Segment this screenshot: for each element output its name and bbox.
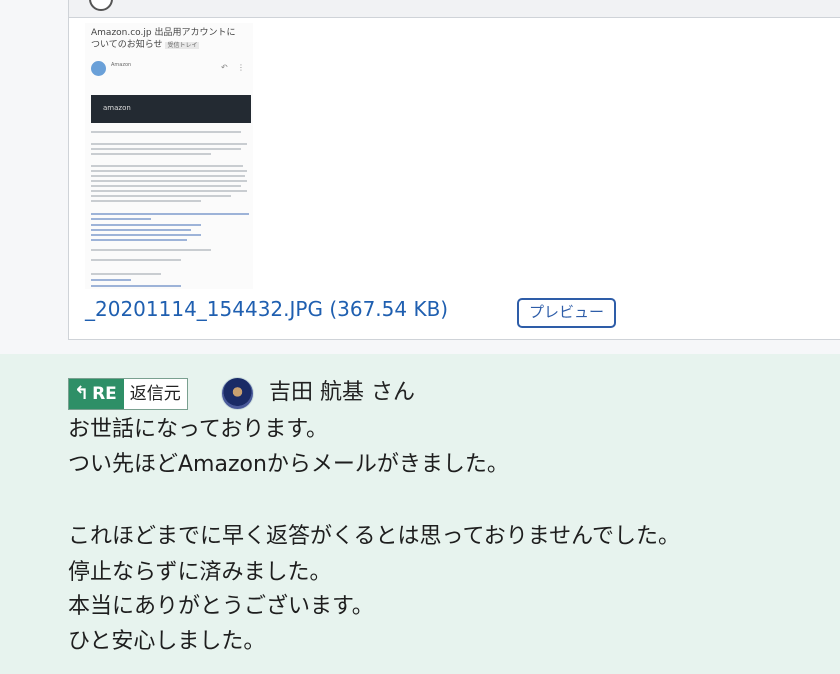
card-header-strip xyxy=(69,0,840,18)
thumbnail-title-text: Amazon.co.jp 出品用アカウントに ついてのお知らせ xyxy=(91,28,236,50)
thumbnail-more-icon: ⋮ xyxy=(237,63,245,72)
thumbnail-text-line xyxy=(91,131,241,133)
re-label: RE xyxy=(92,384,117,404)
thumbnail-text-line xyxy=(91,259,181,261)
thumbnail-link-line xyxy=(91,224,201,226)
thumbnail-banner: amazon xyxy=(91,95,251,123)
thumbnail-link-line xyxy=(91,229,191,231)
preview-button[interactable]: プレビュー xyxy=(517,298,617,328)
reply-arrow-icon: ↰ xyxy=(74,383,90,404)
attachment-area: Amazon.co.jp 出品用アカウントに ついてのお知らせ 受信トレイ Am… xyxy=(0,0,840,354)
thumbnail-text-line xyxy=(91,273,161,275)
thumbnail-sender: Amazon xyxy=(111,62,132,68)
message-line: ひと安心しました。 xyxy=(68,629,266,654)
thumbnail-reply-icon: ↶ xyxy=(221,63,228,72)
thumbnail-link-line xyxy=(91,213,249,215)
thumbnail-title: Amazon.co.jp 出品用アカウントに ついてのお知らせ 受信トレイ xyxy=(91,27,241,52)
message-line: 本当にありがとうございます。 xyxy=(68,594,374,619)
attachment-thumbnail[interactable]: Amazon.co.jp 出品用アカウントに ついてのお知らせ 受信トレイ Am… xyxy=(85,23,253,289)
thumbnail-link-line xyxy=(91,285,181,287)
thumbnail-text-line xyxy=(91,249,211,251)
user-avatar[interactable] xyxy=(221,377,254,410)
thumbnail-text-line xyxy=(91,190,247,192)
thumbnail-link-line xyxy=(91,279,131,281)
thumbnail-text-line xyxy=(91,185,241,187)
reply-source-badge[interactable]: ↰ RE 返信元 xyxy=(68,378,188,410)
thumbnail-text-line xyxy=(91,195,231,197)
user-name: 吉田 航基 さん xyxy=(269,380,415,405)
thumbnail-text-line xyxy=(91,165,243,167)
thumbnail-text-line xyxy=(91,143,247,145)
reply-source-label: 返信元 xyxy=(129,384,181,404)
thumbnail-link-line xyxy=(91,218,151,220)
message-line: お世話になっております。 xyxy=(68,417,329,442)
thumbnail-tag: 受信トレイ xyxy=(165,42,200,49)
message-line: つい先ほどAmazonからメールがきました。 xyxy=(68,452,509,477)
attachment-card: Amazon.co.jp 出品用アカウントに ついてのお知らせ 受信トレイ Am… xyxy=(68,0,840,340)
info-circle-icon[interactable] xyxy=(89,0,113,11)
thumbnail-text-line xyxy=(91,148,241,150)
message-line: これほどまでに早く返答がくるとは思っておりませんでした。 xyxy=(68,524,681,549)
thumbnail-text-line xyxy=(91,180,247,182)
thumbnail-text-line xyxy=(91,200,201,202)
thumbnail-text-line xyxy=(91,175,245,177)
thumbnail-text-line xyxy=(91,153,211,155)
re-label-block: ↰ RE xyxy=(69,379,124,409)
attachment-file-link[interactable]: _20201114_154432.JPG (367.54 KB) xyxy=(85,297,448,321)
thumbnail-logo: amazon xyxy=(103,104,131,112)
thumbnail-link-line xyxy=(91,234,201,236)
thumbnail-text-line xyxy=(91,170,247,172)
thumbnail-sender-avatar xyxy=(91,61,106,76)
message-line: 停止ならずに済みました。 xyxy=(68,560,332,585)
thumbnail-link-line xyxy=(91,239,187,241)
